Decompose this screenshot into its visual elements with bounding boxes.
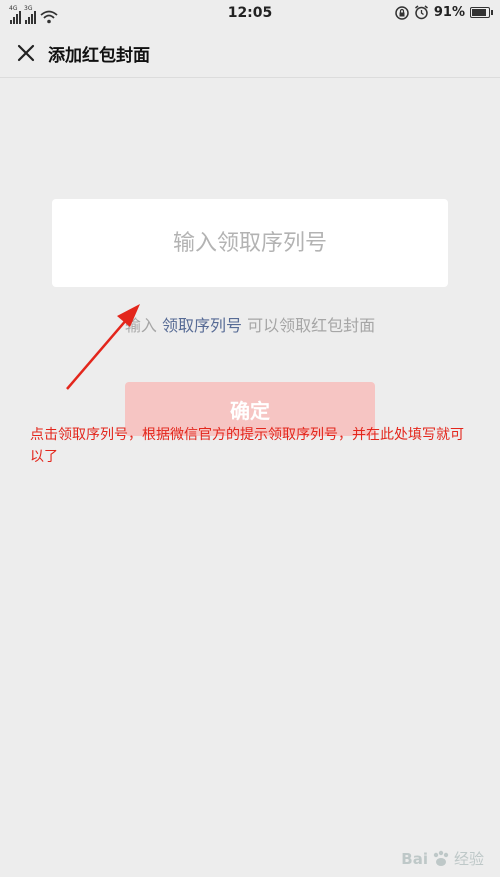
watermark-brand-end: 经验: [453, 850, 484, 868]
hint-text: 输入 领取序列号 可以领取红包封面: [0, 312, 500, 336]
battery-percent: 91%: [433, 5, 465, 20]
page-title: 添加红包封面: [48, 46, 150, 66]
watermark-brand: Bai: [401, 849, 428, 868]
watermark-logo: Bai 经验: [401, 848, 484, 869]
hint-after: 可以领取红包封面: [242, 316, 376, 335]
get-serial-link[interactable]: 领取序列号: [162, 316, 242, 335]
alarm-icon: [414, 5, 428, 20]
status-bar: 4G 3G 12:05 91%: [0, 0, 500, 28]
paw-icon: [433, 850, 449, 866]
battery-icon: [470, 7, 493, 18]
close-icon[interactable]: [14, 41, 38, 65]
nav-bar: 添加红包封面: [0, 28, 500, 78]
status-right: 91%: [395, 5, 493, 20]
serial-number-input[interactable]: [52, 199, 448, 287]
lock-rotation-icon: [395, 5, 409, 20]
annotation-text: 点击领取序列号，根据微信官方的提示领取序列号，并在此处填写就可以了: [30, 427, 464, 465]
hint-before: 输入: [124, 316, 162, 335]
